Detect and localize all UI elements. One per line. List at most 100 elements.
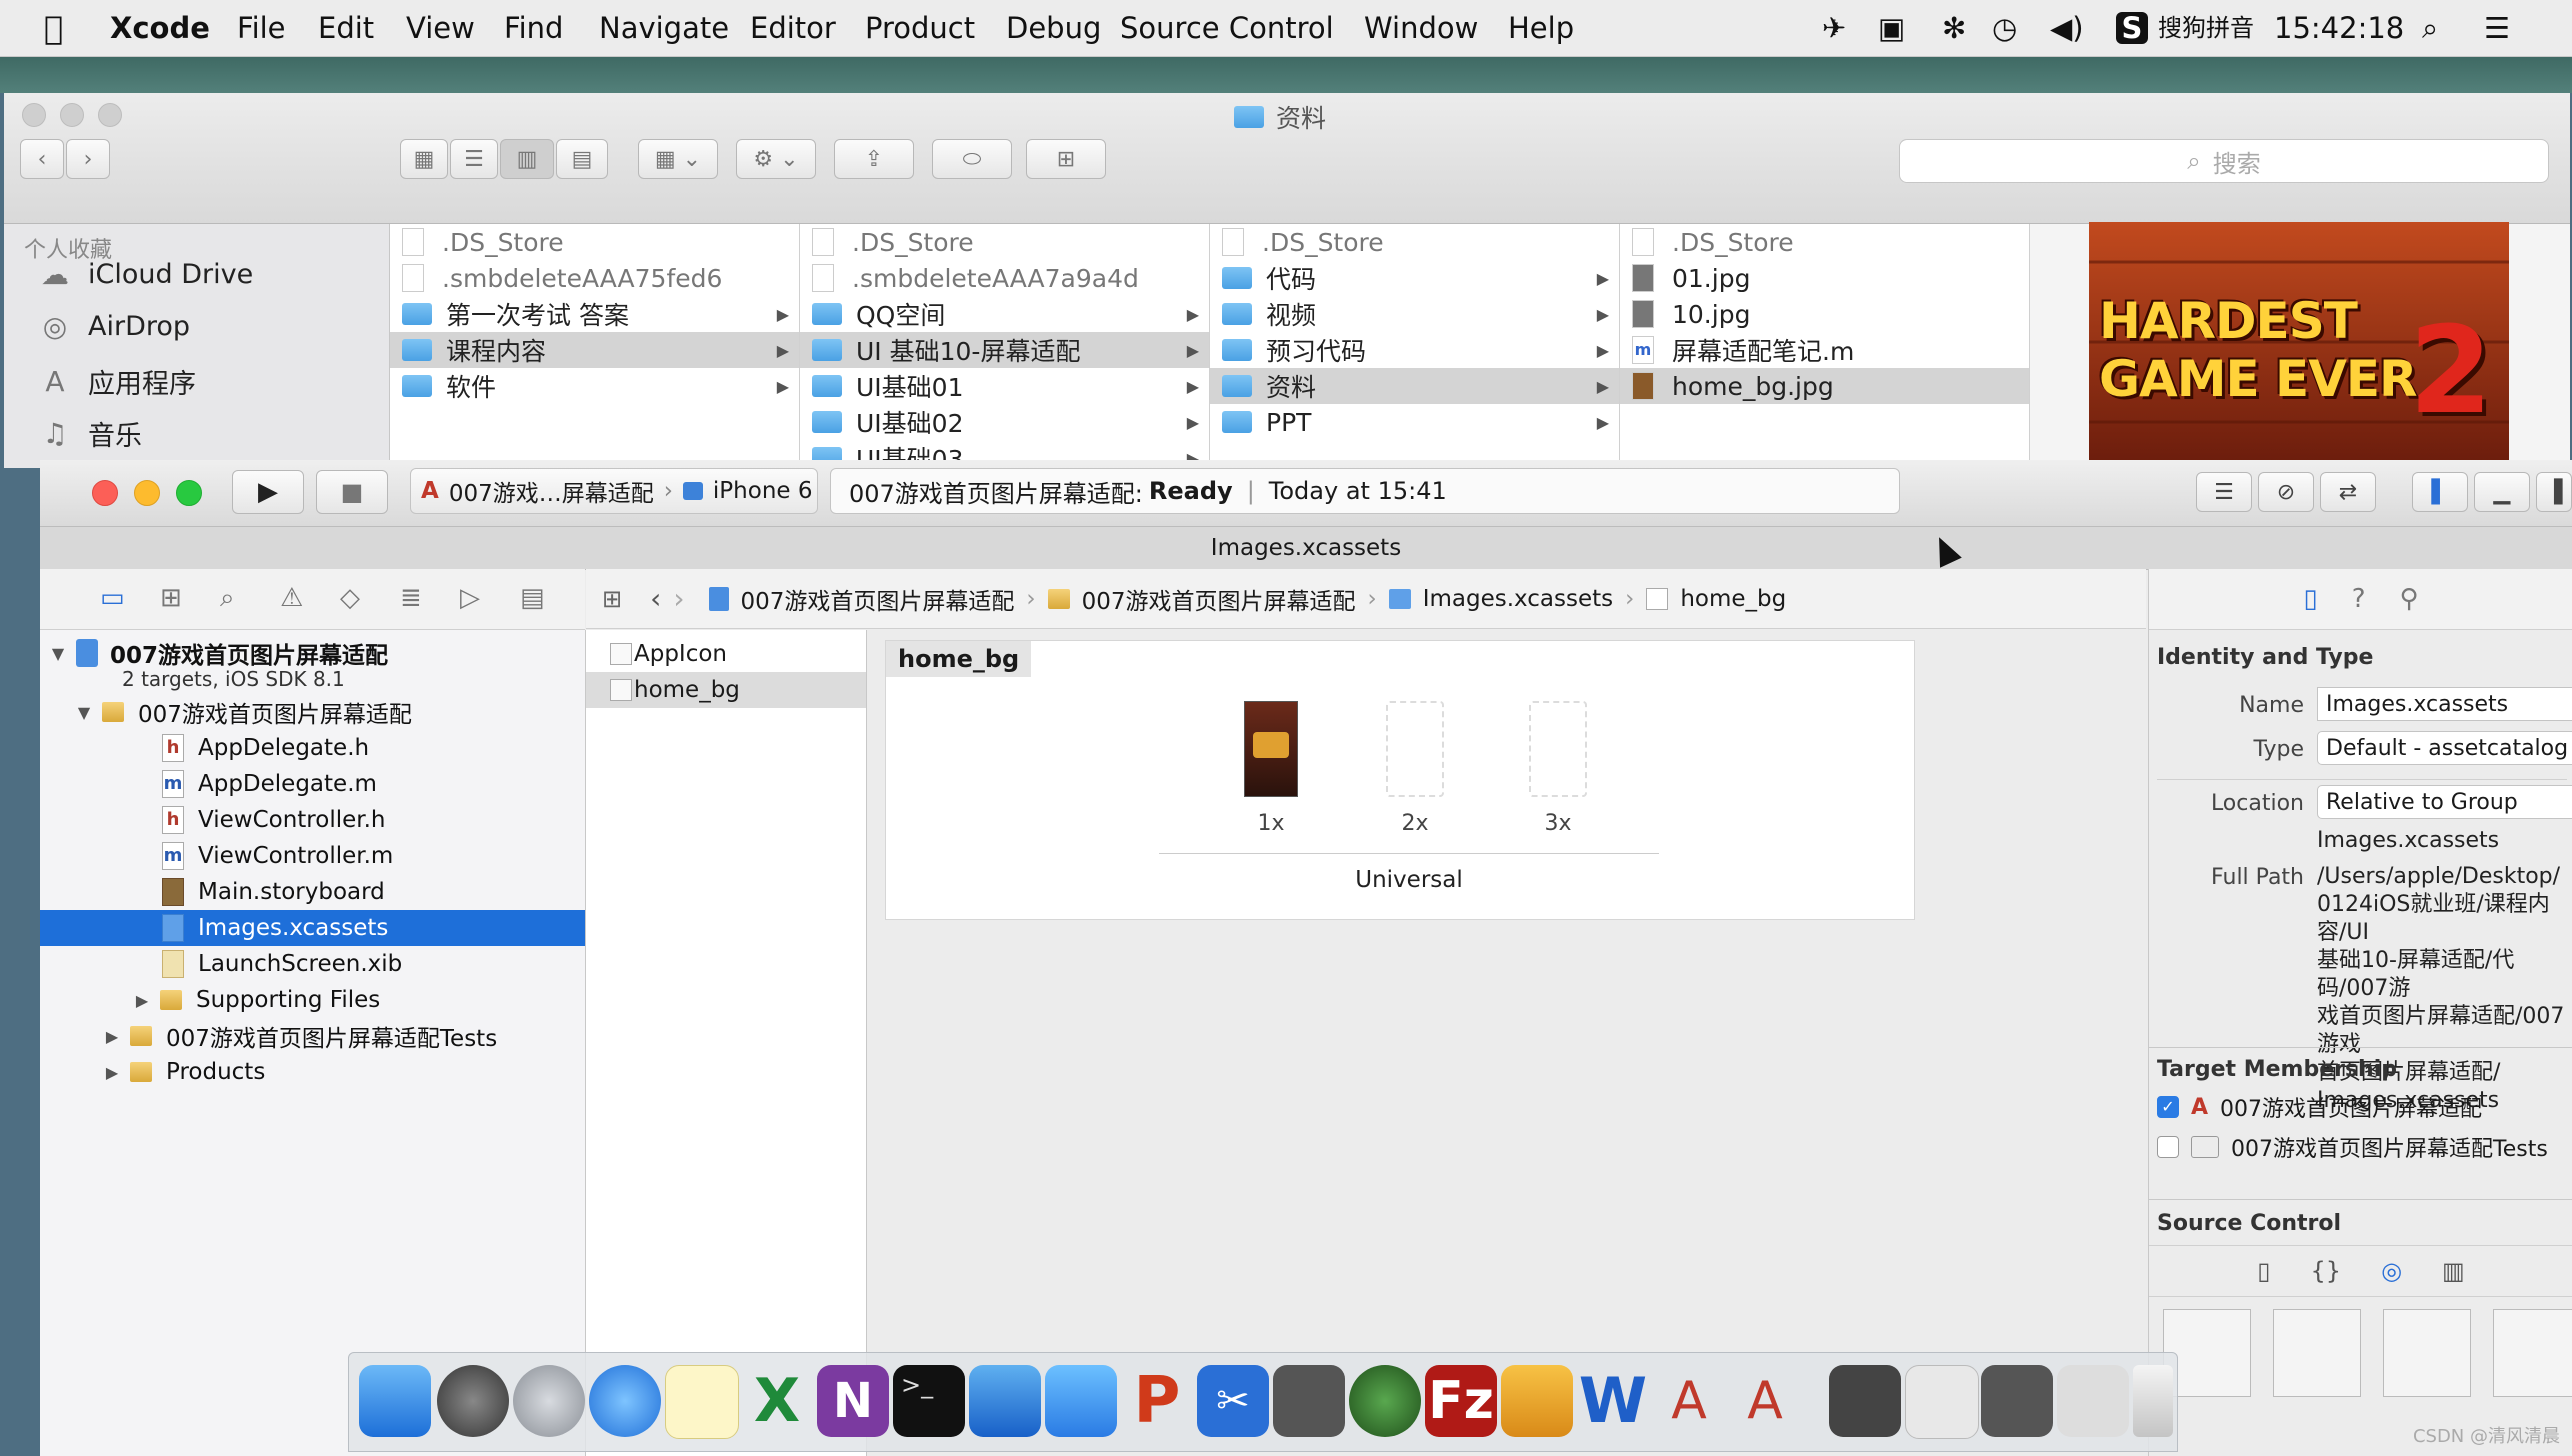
excel-dock-icon[interactable]: X [741,1365,813,1437]
back-button[interactable]: ‹ [20,139,64,179]
group-row-supporting-files[interactable]: ▶ Supporting Files [40,982,585,1018]
jumpbar-catalog[interactable]: Images.xcassets [1423,586,1613,612]
image-slot-3x-empty[interactable] [1529,701,1587,797]
library-item-collection-view[interactable] [2493,1309,2572,1397]
scheme-selector[interactable]: A 007游戏…屏幕适配 › iPhone 6 [410,468,818,514]
toggle-navigator-button[interactable]: ▌ [2412,472,2468,512]
menu-edit[interactable]: Edit [318,0,374,56]
menu-navigate[interactable]: Navigate [599,0,729,56]
attributes-inspector-icon[interactable]: ⚲ [2400,584,2419,614]
volume-icon[interactable]: ◀) [2050,0,2084,56]
folder-row-selected[interactable]: UI 基础10-屏幕适配 ▶ [800,332,1209,368]
screen-record-icon[interactable]: ▣ [1878,0,1905,56]
bluetooth-icon[interactable]: ✻ [1942,0,1966,56]
airplane-status-icon[interactable]: ✈ [1822,0,1846,56]
name-field[interactable]: Images.xcassets [2317,687,2572,721]
filezilla-dock-icon[interactable]: Fz [1425,1365,1497,1437]
folder-row[interactable]: UI基础02 ▶ [800,404,1209,440]
file-row-viewcontroller-h[interactable]: h ViewController.h [40,802,585,838]
terminal-dock-icon[interactable]: >_ [893,1365,965,1437]
location-select[interactable]: Relative to Group [2317,785,2572,819]
trash-dock-icon[interactable] [2133,1365,2173,1437]
finder-search-field[interactable]: ⌕ 搜索 [1899,139,2549,183]
related-items-icon[interactable]: ⊞ [602,585,622,613]
toggle-debug-area-button[interactable]: ▁ [2474,472,2530,512]
menu-editor[interactable]: Editor [750,0,836,56]
menu-clock[interactable]: 15:42:18 [2274,0,2404,56]
file-row-viewcontroller-m[interactable]: m ViewController.m [40,838,585,874]
menu-debug[interactable]: Debug [1006,0,1101,56]
code-snippet-library-icon[interactable]: {} [2311,1257,2342,1285]
xcode-close-button[interactable] [92,480,118,506]
sidebar-item-airdrop[interactable]: ◎ AirDrop [38,310,190,343]
notes-dock-icon[interactable] [665,1365,739,1439]
symbol-navigator-icon[interactable]: ⊞ [160,583,182,613]
screenshot-tool-dock-icon[interactable]: ✂ [1197,1365,1269,1437]
finder-zoom-button[interactable] [98,103,122,127]
downloads-dock-icon[interactable] [2057,1365,2129,1437]
folder-row[interactable]: UI基础01 ▶ [800,368,1209,404]
target-checkbox-unchecked[interactable] [2157,1136,2179,1158]
list-view-button[interactable]: ☰ [450,139,498,179]
apple-menu-icon[interactable]:  [44,0,63,56]
menu-find[interactable]: Find [504,0,563,56]
stop-button[interactable]: ■ [316,470,388,514]
file-template-library-icon[interactable]: ▯ [2257,1257,2270,1285]
forward-button[interactable]: › [66,139,110,179]
target-row-app[interactable]: ✓ A 007游戏首页图片屏幕适配 [2157,1091,2482,1123]
powerpoint-dock-icon[interactable]: P [1121,1365,1193,1437]
file-row-main-storyboard[interactable]: Main.storyboard [40,874,585,910]
file-row-images-xcassets[interactable]: Images.xcassets [40,910,585,946]
sogou-input-icon[interactable]: S [2116,12,2148,44]
find-navigator-icon[interactable]: ⌕ [220,583,235,614]
arrange-button[interactable]: ▦ ⌄ [638,139,718,179]
finder-close-button[interactable] [22,103,46,127]
menu-source-control[interactable]: Source Control [1120,0,1334,56]
folder-row[interactable]: 代码 ▶ [1210,260,1619,296]
test-navigator-icon[interactable]: ◇ [340,583,360,613]
safari-dock-icon[interactable] [589,1365,661,1437]
menu-file[interactable]: File [237,0,286,56]
display-dock-icon[interactable] [1829,1365,1901,1437]
file-row-appdelegate-m[interactable]: m AppDelegate.m [40,766,585,802]
nav-back-icon[interactable]: ‹ [650,582,661,615]
asset-set-appicon[interactable]: AppIcon [586,636,866,672]
photo-booth-dock-icon[interactable] [1273,1365,1345,1437]
coverflow-view-button[interactable]: ▤ [556,139,608,179]
file-row[interactable]: 01.jpg [1620,260,2029,296]
report-navigator-icon[interactable]: ▤ [520,583,545,613]
folder-row-selected[interactable]: 课程内容 ▶ [390,332,799,368]
xcode-dock-icon[interactable] [969,1365,1041,1437]
document-dock-icon[interactable] [1905,1365,1979,1439]
folder-row[interactable]: 视频 ▶ [1210,296,1619,332]
menu-window[interactable]: Window [1364,0,1478,56]
breakpoint-navigator-icon[interactable]: ▷ [460,583,480,613]
xcode-minimize-button[interactable] [134,480,160,506]
file-row-appdelegate-h[interactable]: h AppDelegate.h [40,730,585,766]
xcode-zoom-button[interactable] [176,480,202,506]
column-view-button[interactable]: ▥ [500,139,554,179]
instruments-dock-icon[interactable]: A [1653,1365,1725,1437]
sidebar-item-applications[interactable]: A 应用程序 [38,362,196,401]
folder-row[interactable]: PPT ▶ [1210,404,1619,440]
issue-navigator-icon[interactable]: ⚠ [280,583,303,613]
notification-center-icon[interactable]: ☰ [2484,0,2510,56]
jumpbar-imageset[interactable]: home_bg [1680,586,1786,612]
image-slot-1x-filled[interactable] [1244,701,1298,797]
finder-dock-icon[interactable] [359,1365,431,1437]
jumpbar-group[interactable]: 007游戏首页图片屏幕适配 [1082,582,1356,616]
onenote-dock-icon[interactable]: N [817,1365,889,1437]
file-row[interactable]: .DS_Store [1210,224,1619,260]
file-row[interactable]: .DS_Store [390,224,799,260]
sidebar-item-music[interactable]: ♫ 音乐 [38,414,142,453]
sidebar-item-icloud[interactable]: ☁ iCloud Drive [38,258,253,291]
media-library-icon[interactable]: ▥ [2442,1257,2465,1285]
folder-row[interactable]: 软件 ▶ [390,368,799,404]
standard-editor-button[interactable]: ☰ [2196,472,2252,512]
input-method-label[interactable]: 搜狗拼音 [2158,0,2254,56]
file-row[interactable]: .smbdeleteAAA7a9a4d [800,260,1209,296]
target-row-tests[interactable]: 007游戏首页图片屏幕适配Tests [2157,1131,2548,1163]
spotlight-search-icon[interactable]: ⌕ [2422,0,2438,56]
quick-help-icon[interactable]: ? [2352,584,2366,614]
finder-minimize-button[interactable] [60,103,84,127]
